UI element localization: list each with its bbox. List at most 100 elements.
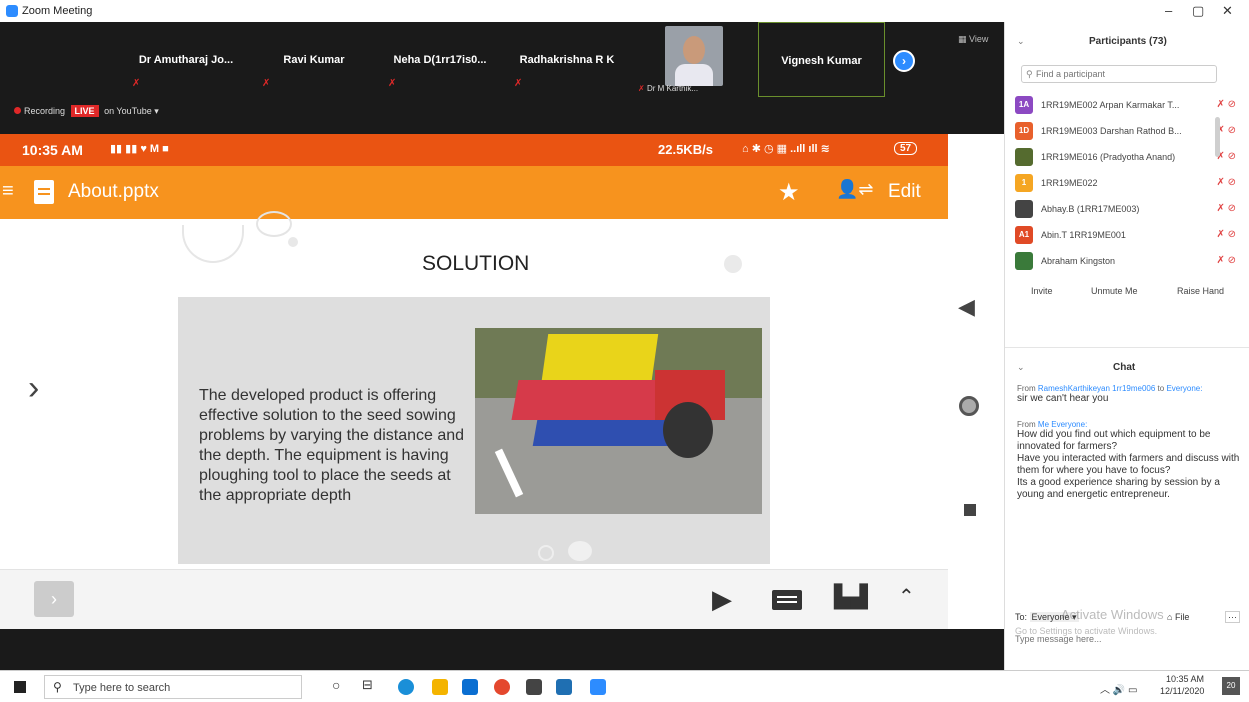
status-right-icons: ⌂ ✱ ◷ ▦ ..ıll ıll ≋ (742, 143, 830, 155)
invite-button[interactable]: Invite (1031, 286, 1053, 296)
chat-sender: From Me Everyone: (1017, 420, 1088, 429)
avatar (1015, 148, 1033, 166)
notes-icon[interactable] (772, 590, 802, 610)
menu-icon[interactable]: ≡ (2, 180, 14, 203)
participant-row[interactable]: Abraham Kingston ✗ ⊘ (1005, 248, 1249, 274)
participant-search[interactable]: ⚲ (1021, 65, 1217, 83)
binoculars-icon[interactable]: ▙▟ (834, 584, 868, 610)
unmute-me-button[interactable]: Unmute Me (1091, 286, 1138, 296)
back-nav-icon[interactable]: ◀ (958, 294, 975, 320)
avatar: A1 (1015, 226, 1033, 244)
participant-video-tile[interactable]: ✗ Dr M Karthik... (632, 22, 756, 97)
participants-scrollbar[interactable] (1215, 117, 1220, 157)
next-slide-button[interactable]: › (34, 581, 74, 617)
divider (1005, 347, 1249, 348)
task-view-icon[interactable]: ⊟ (362, 677, 373, 693)
taskbar-time[interactable]: 10:35 AM (1166, 674, 1204, 684)
more-options-button[interactable]: ··· (1225, 611, 1240, 623)
participant-tile-name: Neha D(1rr17is0... (393, 54, 487, 66)
right-sidebar: ⌄ Participants (73) ⚲ 1A 1RR19ME002 Arpa… (1004, 22, 1249, 670)
participant-search-input[interactable] (1036, 67, 1206, 81)
collapse-participants-icon[interactable]: ⌄ (1017, 36, 1025, 47)
muted-mic-icon: ✗ ⊘ (1216, 229, 1236, 240)
participants-header: Participants (73) (1089, 36, 1167, 47)
chevron-up-icon[interactable]: ⌃ (898, 584, 915, 609)
participant-row[interactable]: A1 Abin.T 1RR19ME001 ✗ ⊘ (1005, 222, 1249, 248)
avatar (1015, 252, 1033, 270)
next-gallery-page-button[interactable]: › (893, 50, 915, 72)
play-icon[interactable]: ▶ (712, 584, 732, 615)
file-explorer-icon[interactable] (432, 679, 448, 695)
windows-start-icon[interactable] (14, 681, 26, 693)
water-drop-decoration (182, 225, 244, 263)
muted-mic-icon: ✗ ⊘ (1216, 203, 1236, 214)
participant-name: 1RR19ME016 (Pradyotha Anand) (1041, 152, 1176, 162)
water-drop-decoration (538, 545, 554, 561)
cortana-icon[interactable]: ○ (332, 677, 340, 693)
live-platform-dropdown[interactable]: on YouTube ▾ (104, 106, 159, 116)
participant-row[interactable]: 1RR19ME016 (Pradyotha Anand) ✗ ⊘ (1005, 144, 1249, 170)
participant-row[interactable]: Abhay.B (1RR17ME003) ✗ ⊘ (1005, 196, 1249, 222)
zoom-taskbar-icon[interactable] (590, 679, 606, 695)
notification-center-icon[interactable]: 20 (1222, 677, 1240, 695)
muted-mic-icon: ✗ (132, 78, 141, 89)
search-icon: ⚲ (53, 680, 62, 694)
recents-nav-icon[interactable] (964, 504, 976, 516)
participant-tile[interactable]: Neha D(1rr17is0... ✗ (378, 22, 502, 97)
participant-tile[interactable]: Radhakrishna R K ✗ (504, 22, 630, 97)
previous-slide-arrow[interactable]: › (28, 369, 39, 408)
app-icon[interactable] (556, 679, 572, 695)
participant-row[interactable]: 1A 1RR19ME002 Arpan Karmakar T... ✗ ⊘ (1005, 92, 1249, 118)
edge-icon[interactable] (398, 679, 414, 695)
muted-mic-icon: ✗ ⊘ (1216, 255, 1236, 266)
water-drop-decoration (256, 211, 292, 237)
search-icon: ⚲ (1026, 69, 1033, 79)
star-icon[interactable]: ★ (778, 178, 800, 207)
record-dot-icon (14, 107, 21, 114)
participant-video (665, 26, 723, 86)
maximize-button[interactable]: ▢ (1192, 3, 1204, 19)
participant-tile[interactable]: Ravi Kumar ✗ (252, 22, 376, 97)
live-badge: LIVE (70, 105, 99, 117)
share-user-icon[interactable]: 👤⇌ (836, 179, 874, 200)
taskbar-date[interactable]: 12/11/2020 (1160, 686, 1204, 696)
chrome-icon[interactable] (494, 679, 510, 695)
home-nav-icon[interactable] (959, 396, 979, 416)
active-speaker-tile[interactable]: Vignesh Kumar (758, 22, 885, 97)
participant-tile[interactable]: Dr Amutharaj Jo... ✗ (122, 22, 250, 97)
taskbar-search-placeholder: Type here to search (73, 682, 171, 694)
participant-row[interactable]: 1 1RR19ME022 ✗ ⊘ (1005, 170, 1249, 196)
mail-icon[interactable] (462, 679, 478, 695)
participant-row[interactable]: 1D 1RR19ME003 Darshan Rathod B... ✗ ⊘ (1005, 118, 1249, 144)
raise-hand-button[interactable]: Raise Hand (1177, 286, 1224, 296)
water-drop-decoration (724, 255, 742, 273)
status-icons: ▮▮ ▮▮ ♥ M ■ (110, 143, 169, 155)
chat-message: From Me Everyone: How did you find out w… (1017, 420, 1243, 501)
taskbar-search[interactable]: ⚲ Type here to search (44, 675, 302, 699)
chat-text: How did you find out which equipment to … (1017, 429, 1240, 500)
file-name: About.pptx (68, 181, 159, 202)
seed-drill-photo (475, 328, 762, 514)
minimize-button[interactable]: – (1165, 3, 1172, 18)
participant-tile-name: Ravi Kumar (283, 54, 345, 66)
windows-taskbar: ⚲ Type here to search ○ ⊟ ︿ 🔊 ▭ 10:35 AM… (0, 670, 1249, 702)
water-drop-decoration (288, 237, 298, 247)
muted-mic-icon: ✗ ⊘ (1216, 99, 1236, 110)
system-tray-icons[interactable]: ︿ 🔊 ▭ (1100, 681, 1137, 696)
recording-indicator[interactable]: Recording LIVE on YouTube ▾ (14, 105, 159, 120)
file-button[interactable]: ⌂ File (1167, 612, 1189, 622)
chat-header: Chat (1113, 362, 1136, 373)
edit-button[interactable]: Edit (888, 181, 921, 203)
participant-name: 1RR19ME003 Darshan Rathod B... (1041, 126, 1182, 136)
muted-mic-icon: ✗ ⊘ (1216, 177, 1236, 188)
status-time: 10:35 AM (22, 142, 83, 158)
view-button[interactable]: ▦ View (958, 34, 988, 45)
windows-activation-hint: Go to Settings to activate Windows. (1015, 626, 1158, 636)
participant-name: 1RR19ME022 (1041, 178, 1098, 188)
close-button[interactable]: ✕ (1222, 3, 1233, 19)
store-icon[interactable] (526, 679, 542, 695)
file-icon (34, 180, 54, 204)
chat-text: sir we can't hear you (1017, 393, 1109, 404)
collapse-chat-icon[interactable]: ⌄ (1017, 362, 1025, 373)
video-strip: Dr Amutharaj Jo... ✗ Ravi Kumar ✗ Neha D… (0, 22, 1004, 134)
